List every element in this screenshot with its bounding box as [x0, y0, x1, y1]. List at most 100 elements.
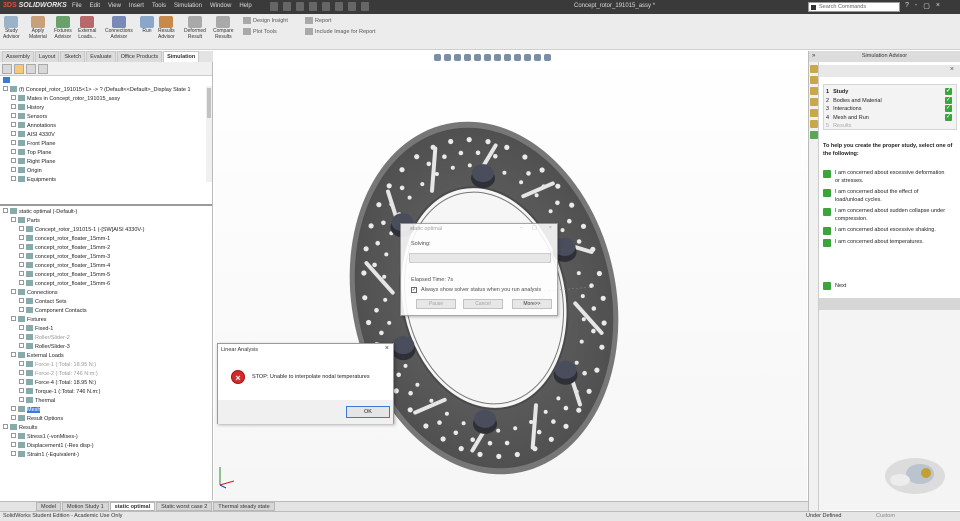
tree-item[interactable]: static optimal (-Default-) [0, 208, 212, 217]
tree-item[interactable]: Sensors [0, 113, 212, 122]
tree-item[interactable]: Top Plane [0, 149, 212, 158]
expand-toggle-icon[interactable] [11, 167, 16, 172]
expand-toggle-icon[interactable] [19, 379, 24, 384]
file-explorer-icon[interactable] [810, 87, 818, 95]
tree-item[interactable]: Equipments [0, 176, 212, 185]
tree-item[interactable]: Force-4 (:Total: 18.95 N:) [0, 379, 212, 388]
tree-item[interactable]: Mates in Concept_rotor_191015_assy [0, 95, 212, 104]
connections-advisor-button[interactable]: Connections Advisor [105, 16, 133, 40]
tree-item[interactable]: Component Contacts [0, 307, 212, 316]
expand-toggle-icon[interactable] [11, 158, 16, 163]
tree-item[interactable]: Annotations [0, 122, 212, 131]
pause-button[interactable]: Pause [416, 299, 456, 309]
expand-toggle-icon[interactable] [19, 325, 24, 330]
advisor-close-icon[interactable]: × [950, 66, 954, 73]
display-manager-icon[interactable] [38, 64, 48, 74]
resources-tab-icon[interactable] [810, 65, 818, 73]
tree-item[interactable]: AISI 4330V [0, 131, 212, 140]
study-advisor-button[interactable]: Study Advisor [3, 16, 20, 40]
tree-item[interactable]: Parts [0, 217, 212, 226]
minimize-button[interactable]: - [915, 2, 917, 10]
tree-item[interactable]: Fixed-1 [0, 325, 212, 334]
expand-toggle-icon[interactable] [11, 415, 16, 420]
tree-item[interactable]: External Loads [0, 352, 212, 361]
apply-material-button[interactable]: Apply Material [29, 16, 47, 40]
advisor-step[interactable]: 4 Mesh and Run ✓ [826, 113, 954, 123]
new-icon[interactable] [270, 2, 278, 11]
menu-window[interactable]: Window [210, 3, 231, 9]
next-link[interactable]: Next [823, 282, 846, 290]
print-icon[interactable] [309, 2, 317, 11]
deformed-result-button[interactable]: Deformed Result [184, 16, 206, 40]
tab-static-worst-case[interactable]: Static worst case 2 [156, 502, 213, 511]
tree-item[interactable]: Right Plane [0, 158, 212, 167]
menu-file[interactable]: File [72, 3, 82, 9]
tab-sketch[interactable]: Sketch [60, 51, 86, 62]
tree-item[interactable]: concept_rotor_floater_15mm-4 [0, 262, 212, 271]
advisor-option[interactable]: I am concerned about the effect of load/u… [823, 189, 957, 204]
advisor-step[interactable]: 1 Study ✓ [826, 88, 954, 97]
tree-item[interactable]: concept_rotor_floater_15mm-1 [0, 235, 212, 244]
custom-properties-icon[interactable] [810, 120, 818, 128]
advisor-option[interactable]: I am concerned about excessive shaking. [823, 227, 957, 235]
expand-toggle-icon[interactable] [11, 95, 16, 100]
close-button[interactable]: × [936, 2, 940, 10]
advisor-step[interactable]: 2 Bodies and Material ✓ [826, 96, 954, 106]
menu-insert[interactable]: Insert [129, 3, 144, 9]
solidworks-logo[interactable]: 3DS SOLIDWORKS [3, 2, 67, 9]
advisor-step[interactable]: 3 Interactions ✓ [826, 105, 954, 114]
filter-icon[interactable] [3, 77, 10, 83]
expand-toggle-icon[interactable] [11, 451, 16, 456]
select-icon[interactable] [335, 2, 343, 11]
advisor-step[interactable]: 5 Results [826, 122, 954, 131]
design-library-icon[interactable] [810, 76, 818, 84]
tree-item[interactable]: Origin [0, 167, 212, 176]
appearances-icon[interactable] [810, 109, 818, 117]
feature-tree-icon[interactable] [2, 64, 12, 74]
expand-toggle-icon[interactable] [11, 352, 16, 357]
tree-item[interactable]: Result Options [0, 415, 212, 424]
include-image-button[interactable]: Include Image for Report [305, 28, 376, 35]
tab-assembly[interactable]: Assembly [2, 51, 34, 62]
menu-simulation[interactable]: Simulation [174, 3, 202, 9]
tree-item[interactable]: Connections [0, 289, 212, 298]
search-commands-input[interactable]: Search Commands [808, 2, 900, 12]
cancel-button[interactable]: Cancel [463, 299, 503, 309]
solver-dialog-titlebar[interactable]: static optimal – ▢ × [401, 224, 557, 235]
advisor-option[interactable]: I am concerned about excessive deformati… [823, 170, 957, 185]
simulation-advisor-tab-icon[interactable] [810, 131, 818, 139]
expand-toggle-icon[interactable] [11, 176, 16, 181]
expand-toggle-icon[interactable] [11, 442, 16, 447]
tab-thermal-steady-state[interactable]: Thermal steady state [213, 502, 275, 511]
error-close-icon[interactable]: × [385, 345, 389, 352]
help-icon[interactable]: ? [905, 2, 909, 10]
expand-toggle-icon[interactable] [11, 217, 16, 222]
tree-item[interactable]: concept_rotor_floater_15mm-6 [0, 280, 212, 289]
expand-toggle-icon[interactable] [11, 316, 16, 321]
advisor-option[interactable]: I am concerned about temperatures. [823, 238, 957, 247]
fixtures-advisor-button[interactable]: Fixtures Advisor [54, 16, 72, 40]
menu-tools[interactable]: Tools [152, 3, 166, 9]
tab-static-optimal[interactable]: static optimal [109, 502, 156, 511]
tree-item[interactable]: Strain1 (-Equivalent-) [0, 451, 212, 460]
rebuild-icon[interactable] [348, 2, 356, 11]
tab-office-products[interactable]: Office Products [116, 51, 163, 62]
expand-toggle-icon[interactable] [11, 140, 16, 145]
tree-item[interactable]: Roller/Slider-3 [0, 343, 212, 352]
expand-toggle-icon[interactable] [19, 253, 24, 258]
tree-item[interactable]: History [0, 104, 212, 113]
expand-toggle-icon[interactable] [3, 208, 8, 213]
expand-toggle-icon[interactable] [19, 280, 24, 285]
tree-item[interactable]: Thermal [0, 397, 212, 406]
advisor-option[interactable]: I am concerned about sudden collapse und… [823, 208, 957, 223]
tab-model[interactable]: Model [36, 502, 61, 511]
menu-edit[interactable]: Edit [90, 3, 100, 9]
results-advisor-button[interactable]: Results Advisor [158, 16, 175, 40]
expand-toggle-icon[interactable] [11, 104, 16, 109]
tree-item[interactable]: concept_rotor_floater_15mm-5 [0, 271, 212, 280]
expand-toggle-icon[interactable] [19, 370, 24, 375]
expand-toggle-icon[interactable] [3, 424, 8, 429]
save-icon[interactable] [296, 2, 304, 11]
status-custom[interactable]: Custom [876, 513, 895, 519]
tab-motion-study[interactable]: Motion Study 1 [61, 502, 109, 511]
